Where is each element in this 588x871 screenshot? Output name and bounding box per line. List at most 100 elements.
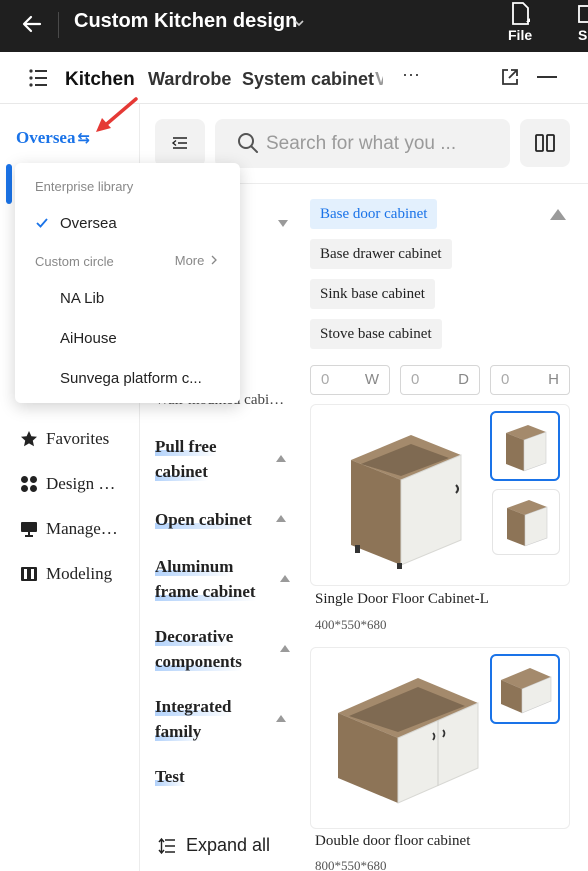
search-placeholder: Search for what you ... xyxy=(266,133,457,154)
width-value: 0 xyxy=(321,371,330,388)
subcategory-label-line: family xyxy=(155,722,202,741)
cube-icon xyxy=(21,567,37,581)
enterprise-library-label: Enterprise library xyxy=(35,179,134,194)
double-door-cabinet-image xyxy=(338,678,479,804)
collapse-list-icon xyxy=(171,137,187,149)
collapse-chips-icon[interactable] xyxy=(550,209,566,220)
subcategory-label-line: Decorative xyxy=(155,627,234,646)
product-name[interactable]: Single Door Floor Cabinet-L xyxy=(315,591,489,608)
file-icon xyxy=(512,2,530,25)
swap-icon: ⇆ xyxy=(77,129,91,147)
product-thumbnail-selected[interactable] xyxy=(490,411,560,481)
sidebar-item-favorites[interactable]: Favorites xyxy=(20,429,109,449)
subcategory-label-line: Open cabinet xyxy=(155,510,252,529)
tab-system-cabinet[interactable]: System cabinet xyxy=(242,69,374,90)
subcategory-label-line: Aluminum xyxy=(155,557,234,576)
check-icon xyxy=(36,218,48,228)
sidebar-item-manage[interactable]: Manage… xyxy=(20,519,118,539)
expand-caret-icon[interactable] xyxy=(280,645,290,652)
back-arrow-icon[interactable] xyxy=(20,12,44,36)
library-option-na-lib[interactable]: NA Lib xyxy=(60,290,104,307)
chip-base-drawer-cabinet[interactable]: Base drawer cabinet xyxy=(310,239,452,269)
star-icon xyxy=(21,431,37,447)
layout-toggle-button[interactable] xyxy=(520,119,570,167)
category-tab-bar: Kitchen Wardrobe System cabinet V ··· xyxy=(0,52,588,104)
height-unit: H xyxy=(548,371,559,388)
file-menu-button[interactable]: File xyxy=(504,0,540,52)
subcategory-test[interactable]: Test xyxy=(155,764,270,789)
subcategory-label-line: cabinet xyxy=(155,462,208,481)
sidebar-item-label: Design … xyxy=(46,474,116,493)
cabinet-thumbnail-image xyxy=(501,668,552,714)
sidebar-item-label: Manage… xyxy=(46,519,118,538)
depth-filter-input[interactable]: 0 D xyxy=(400,365,480,395)
subcategory-label-line: Test xyxy=(155,767,185,786)
cabinet-thumbnail-image xyxy=(506,425,547,472)
library-option-oversea[interactable]: Oversea xyxy=(60,215,117,232)
product-card[interactable] xyxy=(310,404,570,586)
subcategory-open-cabinet[interactable]: Open cabinet xyxy=(155,507,270,532)
grid-dots-icon xyxy=(21,476,37,492)
library-option-aihouse[interactable]: AiHouse xyxy=(60,330,117,347)
library-option-sunvega[interactable]: Sunvega platform c... xyxy=(60,370,202,387)
subcategory-decorative[interactable]: Decorative components xyxy=(155,624,270,674)
width-unit: W xyxy=(364,371,379,388)
product-size: 800*550*680 xyxy=(315,858,387,871)
collapse-caret-icon[interactable] xyxy=(278,220,288,227)
chip-stove-base-cabinet[interactable]: Stove base cabinet xyxy=(310,319,442,349)
depth-unit: D xyxy=(458,371,469,388)
collapse-list-button[interactable] xyxy=(155,119,205,167)
tab-truncated[interactable]: V xyxy=(375,69,383,90)
product-size: 400*550*680 xyxy=(315,617,387,632)
monitor-icon xyxy=(21,522,37,537)
expand-caret-icon[interactable] xyxy=(276,455,286,462)
subcategory-integrated-family[interactable]: Integrated family xyxy=(155,694,270,744)
expand-caret-icon[interactable] xyxy=(276,515,286,522)
active-indicator xyxy=(6,164,12,204)
save-icon[interactable] xyxy=(578,4,588,24)
sidebar-item-modeling[interactable]: Modeling xyxy=(20,564,112,584)
cabinet-thumbnail-image xyxy=(507,500,548,547)
tab-kitchen[interactable]: Kitchen xyxy=(65,69,135,91)
sidebar-item-label: Favorites xyxy=(46,429,110,448)
search-input[interactable]: Search for what you ... xyxy=(215,119,510,168)
search-icon xyxy=(238,133,258,153)
subcategory-aluminum-frame[interactable]: Aluminum frame cabinet xyxy=(155,554,270,604)
expand-all-label: Expand all xyxy=(186,835,271,855)
tab-wardrobe[interactable]: Wardrobe xyxy=(148,69,231,90)
document-title[interactable]: Custom Kitchen design xyxy=(74,10,297,33)
list-menu-icon[interactable] xyxy=(28,68,48,88)
product-thumbnail[interactable] xyxy=(492,489,560,555)
more-link[interactable]: More xyxy=(175,253,218,268)
expand-caret-icon[interactable] xyxy=(280,575,290,582)
chevron-down-icon[interactable] xyxy=(292,16,306,30)
expand-list-icon xyxy=(158,837,175,854)
columns-icon xyxy=(535,134,555,152)
more-tabs-button[interactable]: ··· xyxy=(402,64,420,85)
expand-caret-icon[interactable] xyxy=(276,715,286,722)
single-door-cabinet-image xyxy=(351,435,462,569)
height-value: 0 xyxy=(501,371,510,388)
save-label[interactable]: S xyxy=(578,27,587,43)
subcategory-pull-free[interactable]: Pull free cabinet xyxy=(155,434,270,484)
custom-circle-label: Custom circle xyxy=(35,254,114,269)
sidebar-item-label: Modeling xyxy=(46,564,113,583)
minimize-icon[interactable] xyxy=(537,76,557,78)
more-label: More xyxy=(174,253,205,268)
height-filter-input[interactable]: 0 H xyxy=(490,365,570,395)
library-dropdown: Enterprise library Oversea Custom circle… xyxy=(15,163,240,403)
chip-base-door-cabinet[interactable]: Base door cabinet xyxy=(310,199,438,229)
popout-icon[interactable] xyxy=(500,67,520,87)
divider xyxy=(58,12,59,38)
product-card[interactable] xyxy=(310,647,570,829)
library-switch-label: Oversea xyxy=(16,128,76,147)
product-name[interactable]: Double door floor cabinet xyxy=(315,833,470,850)
product-thumbnail-selected[interactable] xyxy=(490,654,560,724)
chip-sink-base-cabinet[interactable]: Sink base cabinet xyxy=(310,279,435,309)
library-switch[interactable]: Oversea ⇆ xyxy=(16,128,90,148)
expand-all-button[interactable]: Expand all xyxy=(158,835,270,856)
sidebar-item-design[interactable]: Design … xyxy=(20,474,115,494)
subcategory-label-line: Pull free xyxy=(155,437,217,456)
width-filter-input[interactable]: 0 W xyxy=(310,365,390,395)
chevron-right-icon xyxy=(211,255,217,265)
